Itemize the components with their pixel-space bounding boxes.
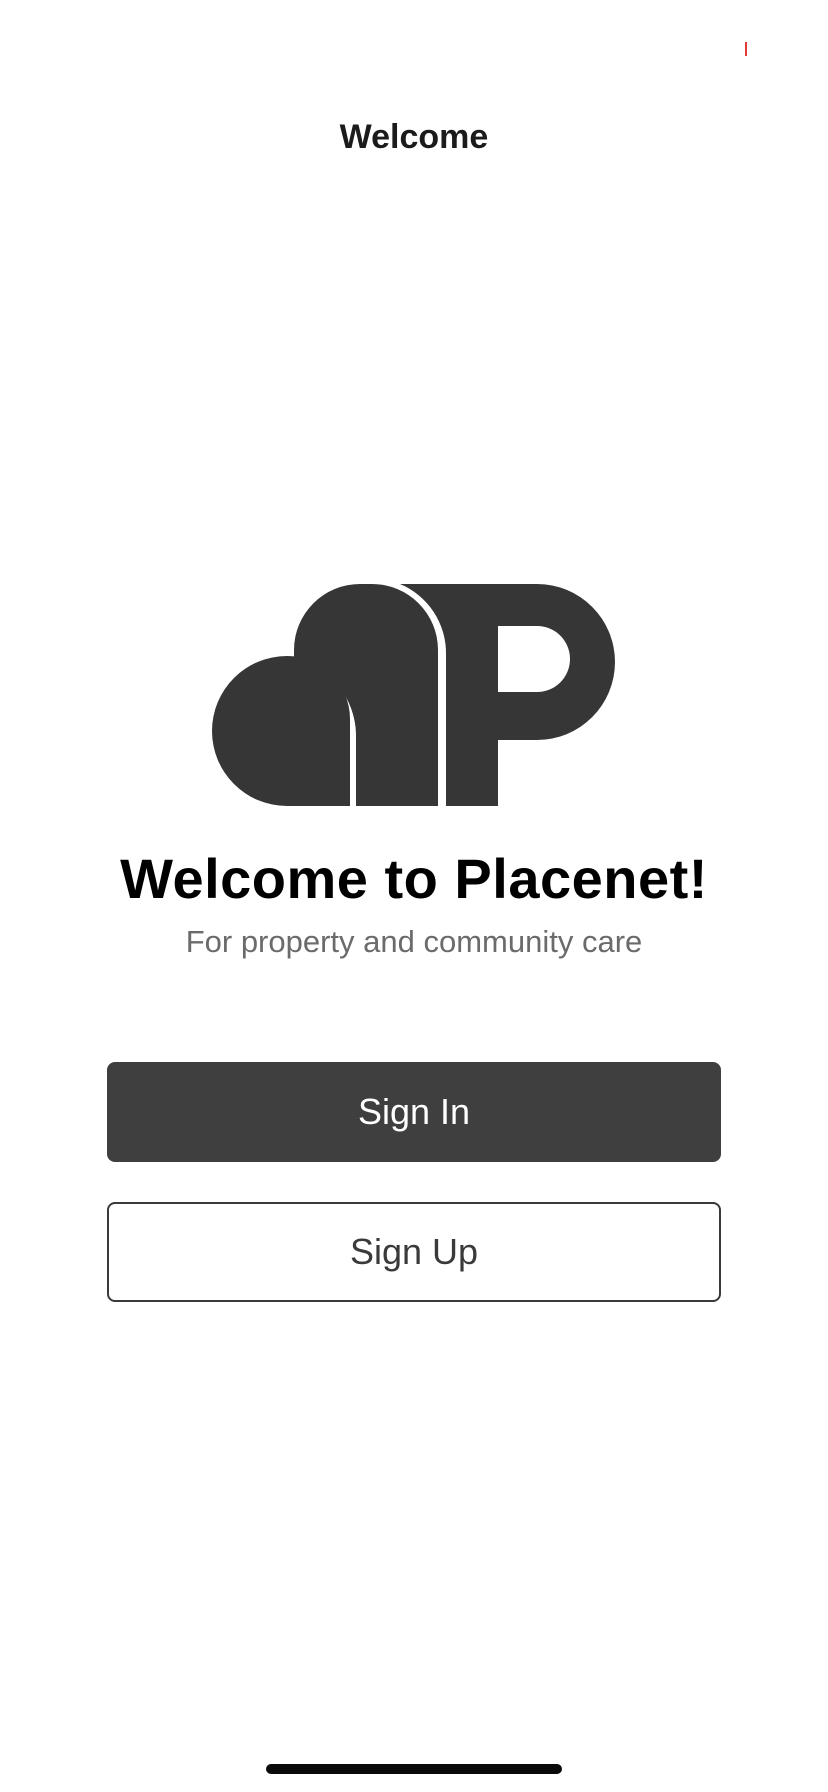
page-title: Welcome [339, 118, 489, 156]
welcome-subtitle: For property and community care [185, 924, 643, 959]
welcome-headline: Welcome to Placenet! [120, 847, 708, 910]
status-indicator [745, 42, 747, 56]
sign-up-button[interactable]: Sign Up [107, 1202, 721, 1302]
sign-in-button[interactable]: Sign In [107, 1062, 721, 1162]
placenet-logo-icon [212, 584, 615, 806]
home-indicator[interactable] [266, 1764, 562, 1774]
